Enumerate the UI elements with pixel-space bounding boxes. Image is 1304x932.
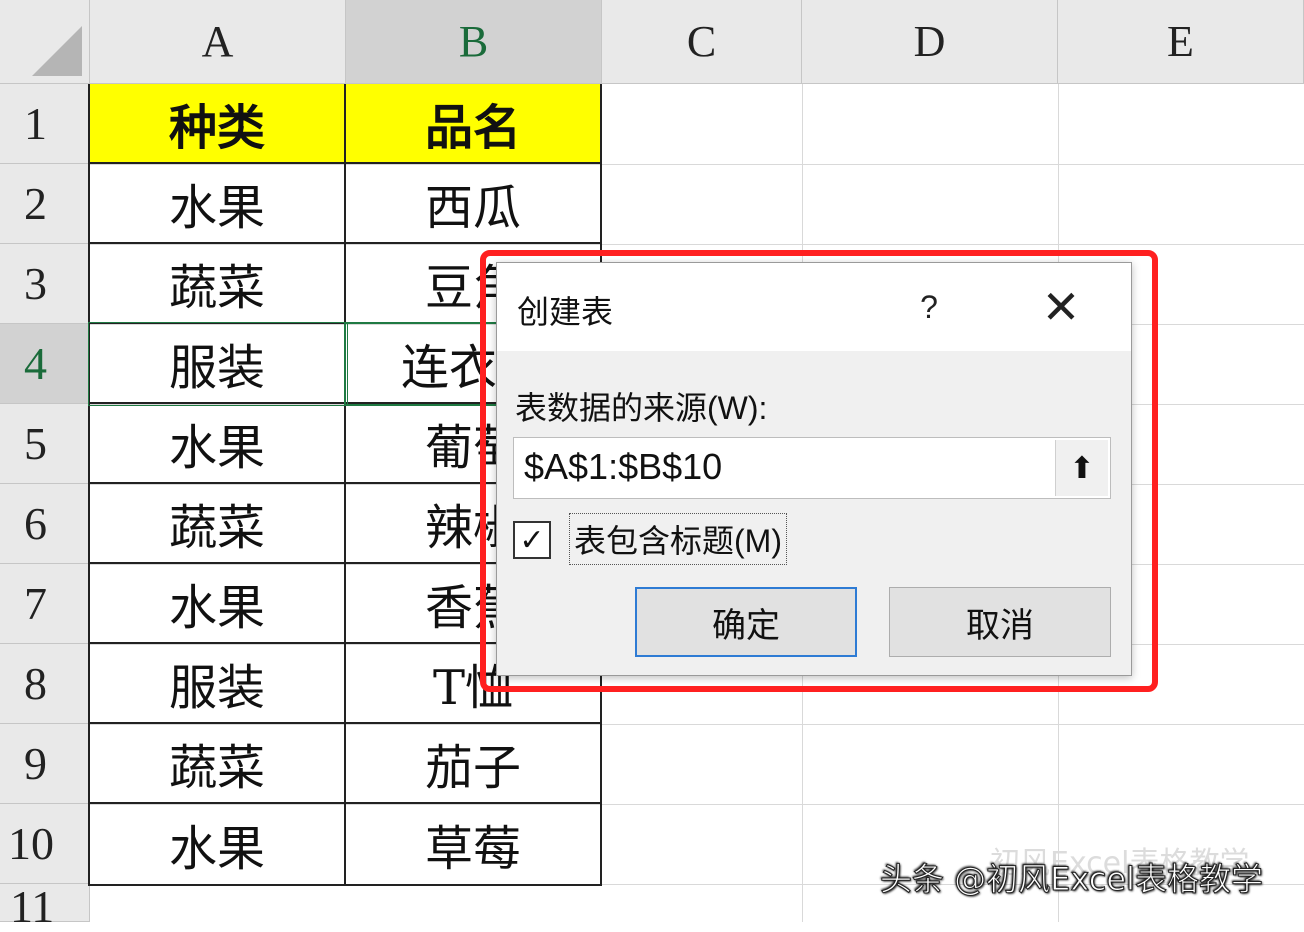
row-header-11[interactable]: 11 [0, 884, 90, 930]
row-header-10[interactable]: 10 [0, 804, 90, 884]
row4-outline [88, 322, 348, 406]
cell-a5[interactable]: 水果 [90, 404, 346, 484]
cell-b1[interactable]: 品名 [346, 84, 602, 164]
column-header-e[interactable]: E [1058, 0, 1304, 84]
row-header-6[interactable]: 6 [0, 484, 90, 564]
cell-a8[interactable]: 服装 [90, 644, 346, 724]
cell-b2[interactable]: 西瓜 [346, 164, 602, 244]
cell-a7[interactable]: 水果 [90, 564, 346, 644]
row-header-4[interactable]: 4 [0, 324, 90, 404]
column-header-c[interactable]: C [602, 0, 802, 84]
row-header-9[interactable]: 9 [0, 724, 90, 804]
cell-a9[interactable]: 蔬菜 [90, 724, 346, 804]
watermark: 头条 @初风Excel表格教学 [880, 860, 1264, 899]
cell-a3[interactable]: 蔬菜 [90, 244, 346, 324]
select-all-corner[interactable] [0, 0, 90, 84]
column-header-a[interactable]: A [90, 0, 346, 84]
cell-a2[interactable]: 水果 [90, 164, 346, 244]
cell-a10[interactable]: 水果 [90, 804, 346, 886]
row-header-5[interactable]: 5 [0, 404, 90, 484]
row-header-7[interactable]: 7 [0, 564, 90, 644]
column-header-d[interactable]: D [802, 0, 1058, 84]
row-header-8[interactable]: 8 [0, 644, 90, 724]
cell-b10[interactable]: 草莓 [346, 804, 602, 886]
cell-a1[interactable]: 种类 [90, 84, 346, 164]
select-all-triangle-icon [32, 26, 82, 76]
red-highlight-box [480, 250, 1158, 692]
row-header-1[interactable]: 1 [0, 84, 90, 164]
row-header-3[interactable]: 3 [0, 244, 90, 324]
cell-a6[interactable]: 蔬菜 [90, 484, 346, 564]
row-header-2[interactable]: 2 [0, 164, 90, 244]
cell-b9[interactable]: 茄子 [346, 724, 602, 804]
column-header-b[interactable]: B [346, 0, 602, 84]
